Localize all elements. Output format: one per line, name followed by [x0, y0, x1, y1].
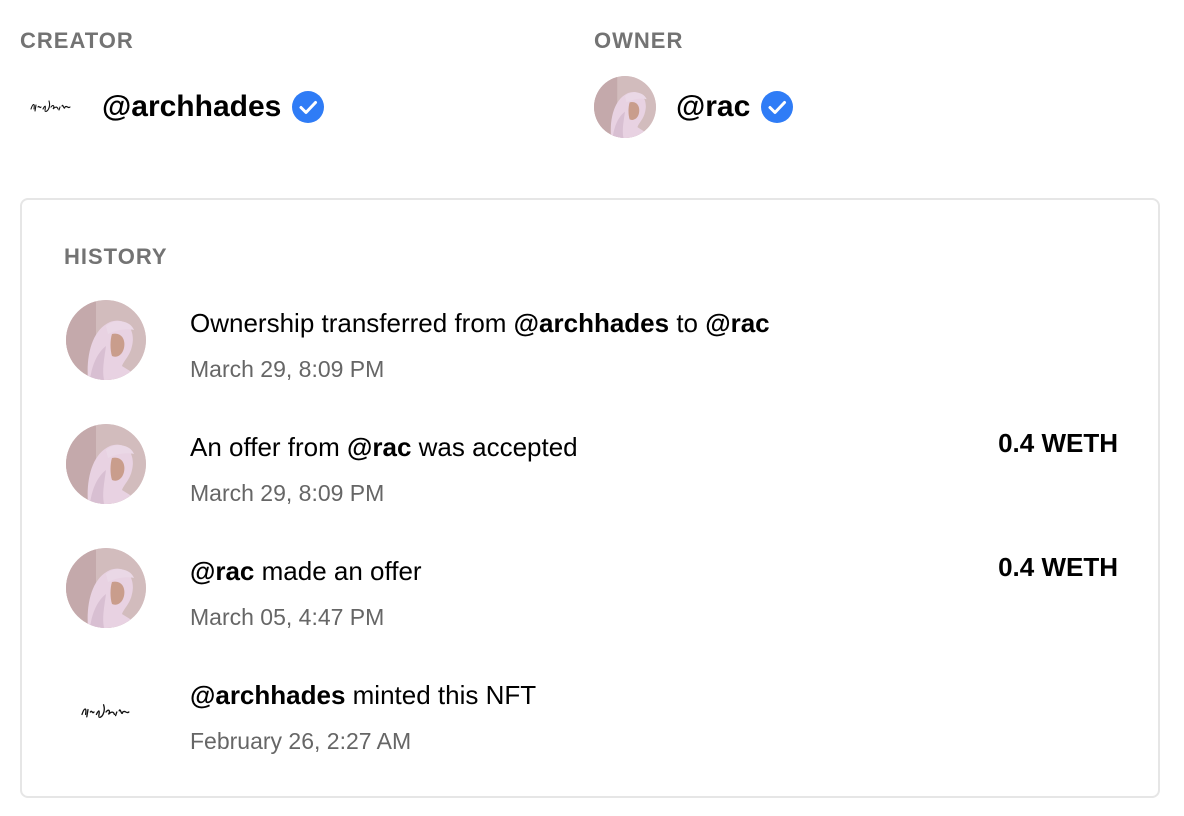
event-user-link[interactable]: @rac	[705, 308, 769, 338]
avatar-photo-icon	[66, 300, 146, 380]
owner-avatar[interactable]	[594, 76, 656, 138]
avatar-photo-icon	[66, 424, 146, 504]
avatar-photo-icon	[66, 548, 146, 628]
event-avatar[interactable]	[66, 424, 146, 504]
event-timestamp: March 29, 8:09 PM	[190, 356, 385, 382]
event-description: An offer from @rac was accepted	[190, 432, 578, 463]
history-event: @archhades minted this NFT February 26, …	[66, 672, 1118, 756]
owner-user[interactable]: @rac	[594, 76, 794, 138]
event-amount: 0.4 WETH	[998, 552, 1118, 582]
creator-avatar-signature[interactable]	[20, 76, 82, 138]
history-event: @rac made an offer March 05, 4:47 PM 0.4…	[66, 548, 1118, 632]
signature-icon	[81, 704, 130, 718]
verified-check-icon	[761, 91, 794, 123]
event-amount: 0.4 WETH	[998, 428, 1118, 458]
event-user-link[interactable]: @rac	[190, 556, 254, 586]
creator-handle[interactable]: @archhades	[102, 90, 281, 124]
event-text: was accepted	[411, 432, 578, 462]
event-user-link[interactable]: @archhades	[514, 308, 669, 338]
avatar-photo-icon	[594, 76, 656, 138]
history-event: Ownership transferred from @archhades to…	[66, 300, 1118, 384]
creator-label: CREATOR	[20, 28, 134, 53]
creator-user[interactable]: @archhades	[20, 76, 325, 138]
owner-handle[interactable]: @rac	[676, 90, 750, 124]
event-text: Ownership transferred from	[190, 308, 514, 338]
history-label: HISTORY	[64, 244, 168, 269]
owner-label: OWNER	[594, 28, 684, 53]
header-section: CREATOR @archhades OWNER @rac	[20, 28, 1160, 148]
event-text: made an offer	[254, 556, 422, 586]
event-text: to	[669, 308, 706, 338]
event-timestamp: March 29, 8:09 PM	[190, 480, 385, 506]
event-avatar-signature[interactable]	[66, 672, 146, 752]
event-text: An offer from	[190, 432, 348, 462]
signature-icon	[30, 100, 71, 112]
verified-check-icon	[292, 91, 325, 123]
event-user-link[interactable]: @archhades	[190, 680, 345, 710]
event-avatar[interactable]	[66, 548, 146, 628]
history-event: An offer from @rac was accepted March 29…	[66, 424, 1118, 508]
event-avatar[interactable]	[66, 300, 146, 380]
event-user-link[interactable]: @rac	[347, 432, 411, 462]
event-description: @archhades minted this NFT	[190, 680, 536, 711]
event-description: @rac made an offer	[190, 556, 422, 587]
event-text: minted this NFT	[345, 680, 537, 710]
event-timestamp: February 26, 2:27 AM	[190, 728, 412, 754]
event-description: Ownership transferred from @archhades to…	[190, 308, 770, 339]
history-card: HISTORY Ownership transferred from @arch…	[20, 198, 1160, 798]
event-timestamp: March 05, 4:47 PM	[190, 604, 385, 630]
